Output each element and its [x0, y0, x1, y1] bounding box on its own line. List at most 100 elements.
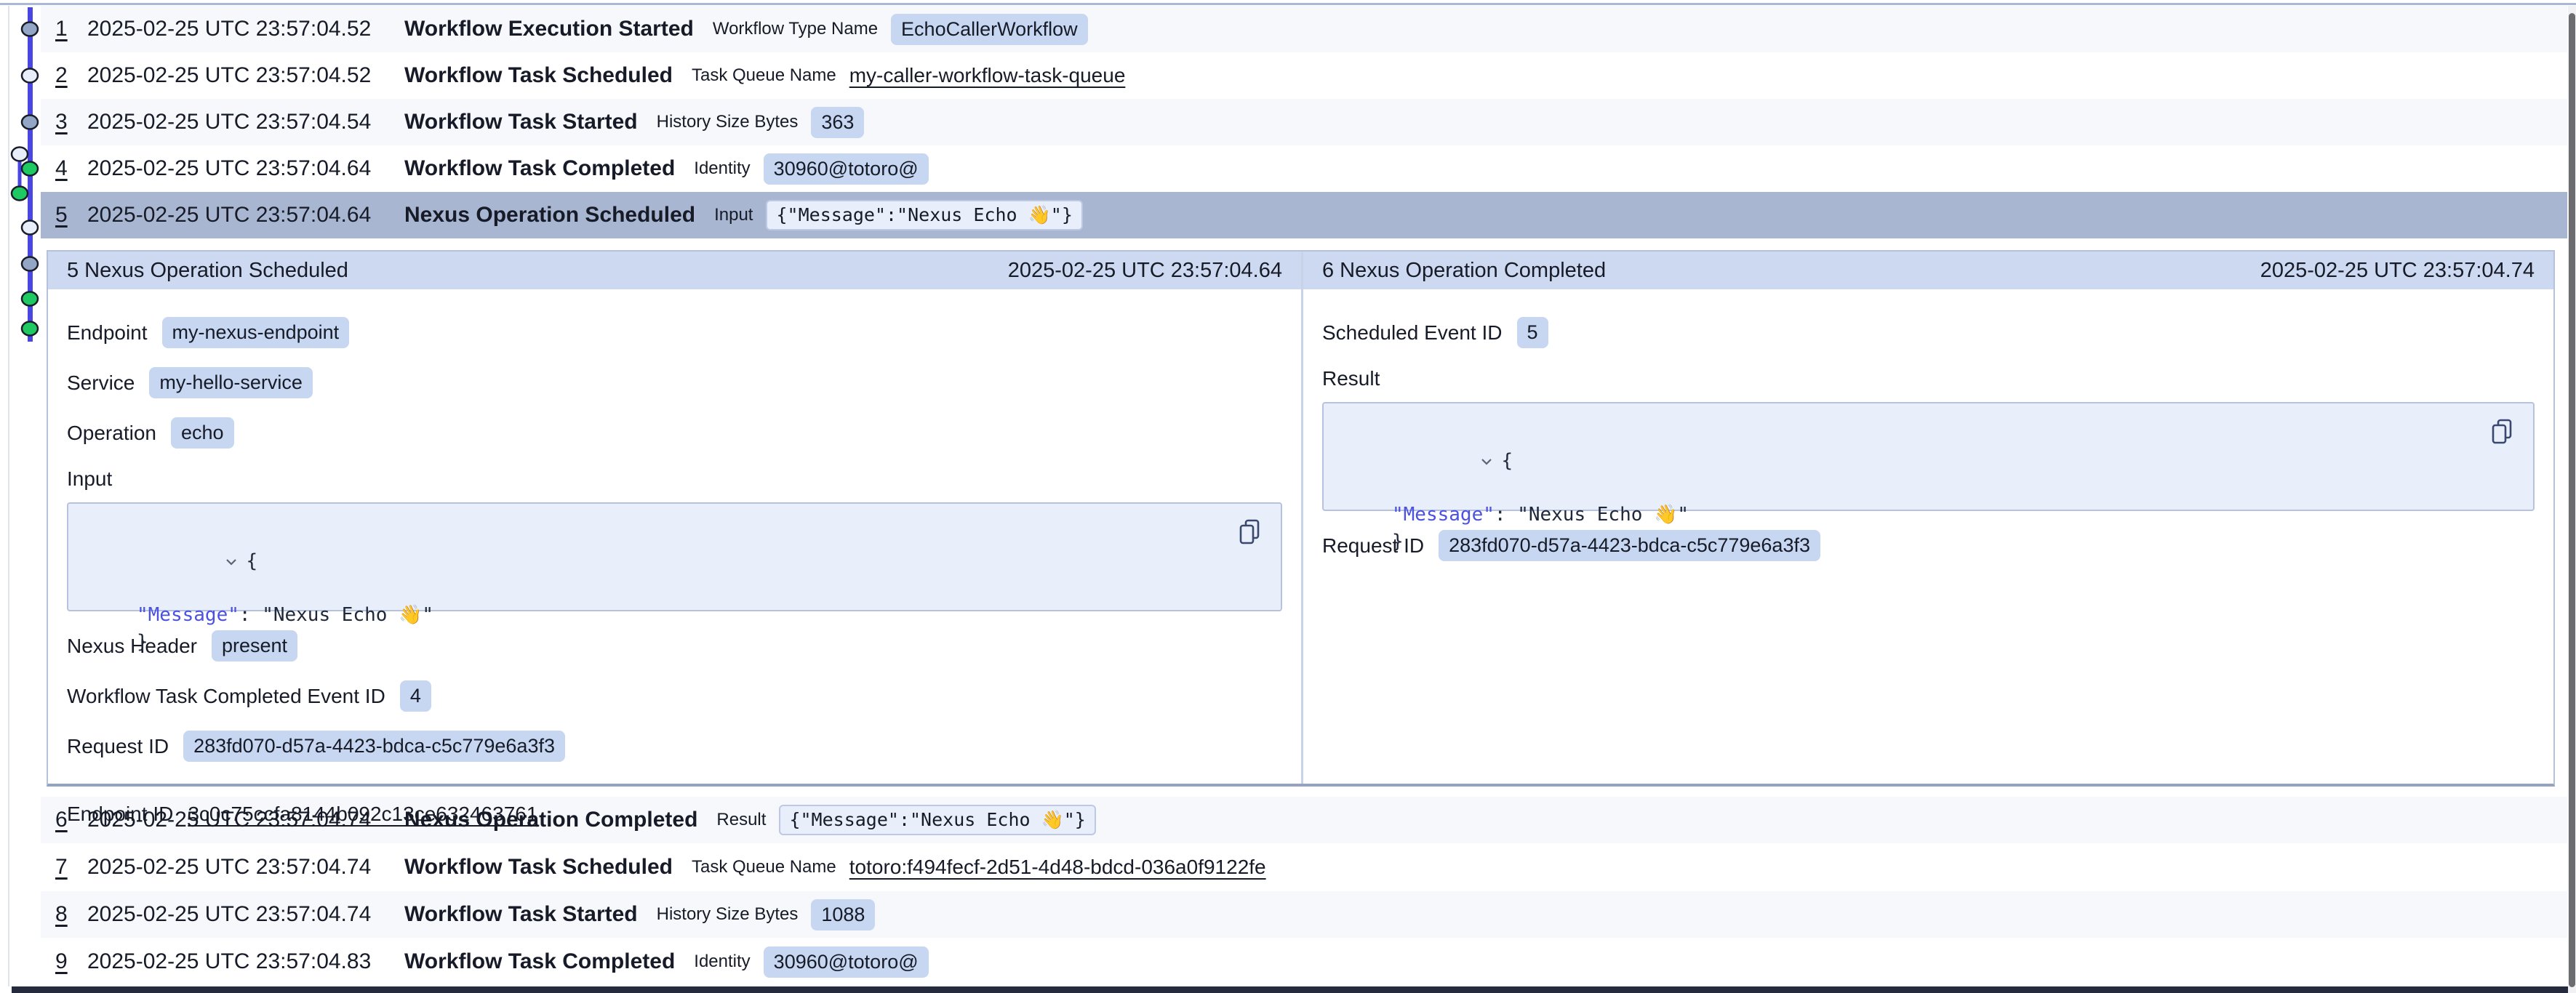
event-timestamp: 2025-02-25 UTC 23:57:04.52	[87, 63, 404, 88]
event-name: Workflow Task Completed	[404, 156, 675, 181]
panel-body: Endpoint my-nexus-endpoint Service my-he…	[48, 289, 1301, 826]
event-dot-scheduled	[22, 69, 38, 83]
detail-panel-column: 5 Nexus Operation Scheduled 2025-02-25 U…	[48, 252, 1303, 784]
event-number-link[interactable]: 9	[55, 949, 87, 974]
panel-timestamp: 2025-02-25 UTC 23:57:04.74	[2260, 259, 2535, 283]
panel-body: Scheduled Event ID 5 Result { "Message":…	[1303, 289, 2553, 561]
json-close: }	[1392, 528, 1404, 555]
field-value: my-nexus-endpoint	[162, 317, 350, 348]
chevron-down-icon[interactable]	[111, 521, 238, 602]
json-key: "Message"	[1392, 502, 1495, 528]
json-rest: : "Nexus Echo 👋"	[239, 602, 433, 629]
event-number-link[interactable]: 4	[55, 156, 87, 181]
event-dot-completed	[22, 322, 38, 336]
field-value: 4	[400, 680, 431, 712]
event-timestamp: 2025-02-25 UTC 23:57:04.74	[87, 855, 404, 880]
event-attr-value: 30960@totoro@	[764, 153, 929, 185]
field-label: Request ID	[67, 735, 169, 758]
event-dot-completed	[22, 162, 38, 176]
json-open: {	[247, 548, 258, 575]
field-label: Scheduled Event ID	[1322, 321, 1503, 345]
field-value: 5	[1517, 317, 1548, 348]
panel-timestamp: 2025-02-25 UTC 23:57:04.64	[1008, 259, 1282, 283]
event-name: Workflow Task Started	[404, 110, 638, 134]
field-label: Endpoint ID	[67, 803, 173, 826]
event-dot-scheduled	[12, 148, 28, 161]
event-attr-value: 1088	[811, 899, 875, 930]
event-number-link[interactable]: 8	[55, 902, 87, 927]
event-number-link[interactable]: 5	[55, 203, 87, 228]
event-attr-label: Identity	[694, 952, 750, 972]
event-dot-completed	[12, 187, 28, 201]
event-number-link[interactable]: 2	[55, 63, 87, 88]
detail-panel-column: 6 Nexus Operation Completed 2025-02-25 U…	[1303, 252, 2553, 784]
panel-field: Endpoint my-nexus-endpoint	[67, 317, 1282, 348]
json-close: }	[137, 629, 148, 656]
field-label: Operation	[67, 422, 156, 445]
panel-field: Endpoint ID 3c0c75ccfa8144b092c13ce63246…	[67, 803, 1282, 826]
event-attr-label: Task Queue Name	[692, 857, 836, 877]
scrollbar-thumb[interactable]	[2569, 13, 2575, 987]
field-value: echo	[171, 417, 234, 449]
panel-field: Input { "Message": "Nexus Echo 👋" }	[67, 467, 1282, 611]
event-row[interactable]: 3 2025-02-25 UTC 23:57:04.54 Workflow Ta…	[41, 99, 2567, 145]
copy-button[interactable]	[1237, 518, 1262, 546]
event-row[interactable]: 5 2025-02-25 UTC 23:57:04.64 Nexus Opera…	[41, 192, 2567, 238]
code-viewer: { "Message": "Nexus Echo 👋" }	[1322, 402, 2535, 511]
panel-field: Operation echo	[67, 417, 1282, 449]
top-divider	[0, 3, 2576, 5]
event-dot-started	[22, 23, 38, 36]
event-attr-label: Input	[714, 205, 753, 225]
event-name: Workflow Task Scheduled	[404, 855, 673, 880]
event-number-link[interactable]: 7	[55, 855, 87, 880]
timeline-graph	[0, 0, 44, 349]
event-attr-label: Task Queue Name	[692, 65, 836, 86]
event-name: Nexus Operation Scheduled	[404, 203, 695, 228]
field-label: Service	[67, 371, 135, 395]
panel-title: 5 Nexus Operation Scheduled	[67, 259, 348, 283]
event-timestamp: 2025-02-25 UTC 23:57:04.64	[87, 156, 404, 181]
event-timestamp: 2025-02-25 UTC 23:57:04.52	[87, 17, 404, 41]
event-attr-label: History Size Bytes	[657, 904, 799, 925]
event-number-link[interactable]: 3	[55, 110, 87, 134]
panel-field: Request ID 283fd070-d57a-4423-bdca-c5c77…	[67, 731, 1282, 762]
event-row[interactable]: 7 2025-02-25 UTC 23:57:04.74 Workflow Ta…	[41, 844, 2567, 891]
chevron-down-icon[interactable]	[1366, 421, 1493, 502]
json-key: "Message"	[137, 602, 239, 629]
event-timestamp: 2025-02-25 UTC 23:57:04.54	[87, 110, 404, 134]
panel-field: Scheduled Event ID 5	[1322, 317, 2535, 348]
event-name: Workflow Execution Started	[404, 17, 694, 41]
field-label: Endpoint	[67, 321, 148, 345]
json-open: {	[1502, 448, 1513, 475]
event-number-link[interactable]: 1	[55, 17, 87, 41]
json-rest: : "Nexus Echo 👋"	[1495, 502, 1689, 528]
field-value-link[interactable]: 3c0c75ccfa8144b092c13ce632463761	[188, 803, 537, 826]
next-row-edge[interactable]	[12, 986, 2576, 993]
code-viewer: { "Message": "Nexus Echo 👋" }	[67, 502, 1282, 611]
field-value: 283fd070-d57a-4423-bdca-c5c779e6a3f3	[183, 731, 565, 762]
event-attr-value[interactable]: my-caller-workflow-task-queue	[849, 64, 1126, 87]
panel-field: Result { "Message": "Nexus Echo 👋" }	[1322, 367, 2535, 511]
event-dot-scheduled	[22, 221, 38, 235]
event-row[interactable]: 9 2025-02-25 UTC 23:57:04.83 Workflow Ta…	[41, 938, 2567, 985]
panel-field: Service my-hello-service	[67, 367, 1282, 398]
event-name: Workflow Task Started	[404, 902, 638, 927]
event-attr-value: 30960@totoro@	[764, 946, 929, 978]
event-timestamp: 2025-02-25 UTC 23:57:04.74	[87, 902, 404, 927]
detail-panel: 5 Nexus Operation Scheduled 2025-02-25 U…	[47, 250, 2555, 787]
event-row[interactable]: 4 2025-02-25 UTC 23:57:04.64 Workflow Ta…	[41, 145, 2567, 192]
event-dot-started	[22, 116, 38, 129]
event-attr-value[interactable]: totoro:f494fecf-2d51-4d48-bdcd-036a0f912…	[849, 856, 1266, 879]
field-label: Input	[67, 467, 1282, 491]
event-row[interactable]: 2 2025-02-25 UTC 23:57:04.52 Workflow Ta…	[41, 52, 2567, 99]
event-timestamp: 2025-02-25 UTC 23:57:04.64	[87, 203, 404, 228]
panel-header: 6 Nexus Operation Completed 2025-02-25 U…	[1303, 252, 2553, 289]
event-attr-value: EchoCallerWorkflow	[891, 14, 1088, 45]
event-dot-completed	[22, 292, 38, 306]
copy-button[interactable]	[2489, 418, 2514, 446]
panel-field: Workflow Task Completed Event ID 4	[67, 680, 1282, 712]
event-row[interactable]: 1 2025-02-25 UTC 23:57:04.52 Workflow Ex…	[41, 6, 2567, 52]
event-attr-value: {"Message":"Nexus Echo 👋"}	[766, 200, 1082, 230]
event-row[interactable]: 8 2025-02-25 UTC 23:57:04.74 Workflow Ta…	[41, 891, 2567, 938]
event-dot-started	[22, 257, 38, 271]
